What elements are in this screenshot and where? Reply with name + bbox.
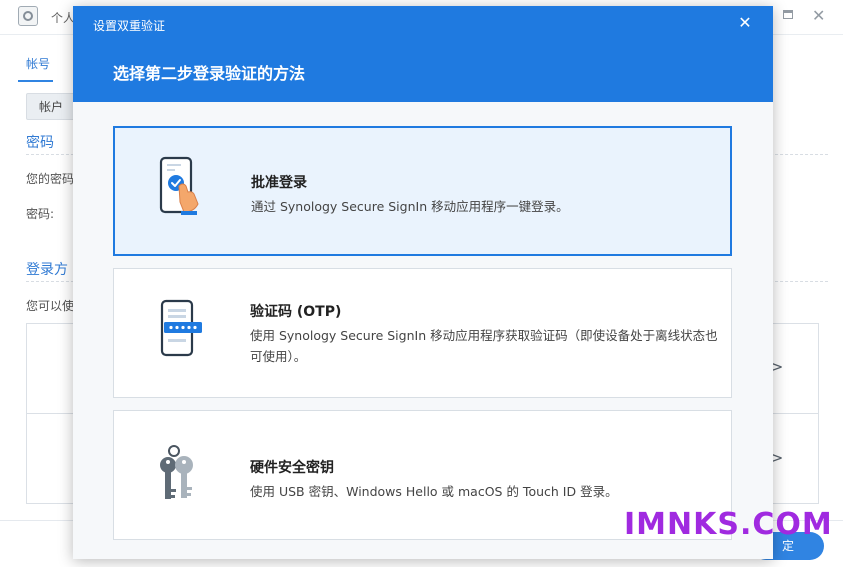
dialog-heading: 选择第二步登录验证的方法 [113,64,306,83]
option-description: 通过 Synology Secure SignIn 移动应用程序一键登录。 [251,199,569,214]
option-title: 硬件安全密钥 [250,460,334,476]
two-factor-setup-dialog: 设置双重验证 ✕ 选择第二步登录验证的方法 批准登录 通过 Synology S… [73,6,773,559]
watermark: IMNKS.COM [624,507,833,542]
option-description: 使用 USB 密钥、Windows Hello 或 macOS 的 Touch … [250,484,618,499]
option-title: 批准登录 [251,175,307,191]
keys-icon [154,443,206,507]
option-description: 使用 Synology Secure SignIn 移动应用程序获取验证码（即使… [250,328,718,364]
dialog-title: 设置双重验证 [93,19,166,33]
phone-otp-icon [154,299,206,363]
phone-approve-icon [155,156,207,220]
option-title: 验证码 (OTP) [250,304,342,320]
option-approve-login[interactable]: 批准登录 通过 Synology Secure SignIn 移动应用程序一键登… [113,126,732,256]
dialog-header: 设置双重验证 ✕ 选择第二步登录验证的方法 [73,6,773,102]
option-otp[interactable]: 验证码 (OTP) 使用 Synology Secure SignIn 移动应用… [113,268,732,398]
close-icon[interactable]: ✕ [736,14,754,32]
